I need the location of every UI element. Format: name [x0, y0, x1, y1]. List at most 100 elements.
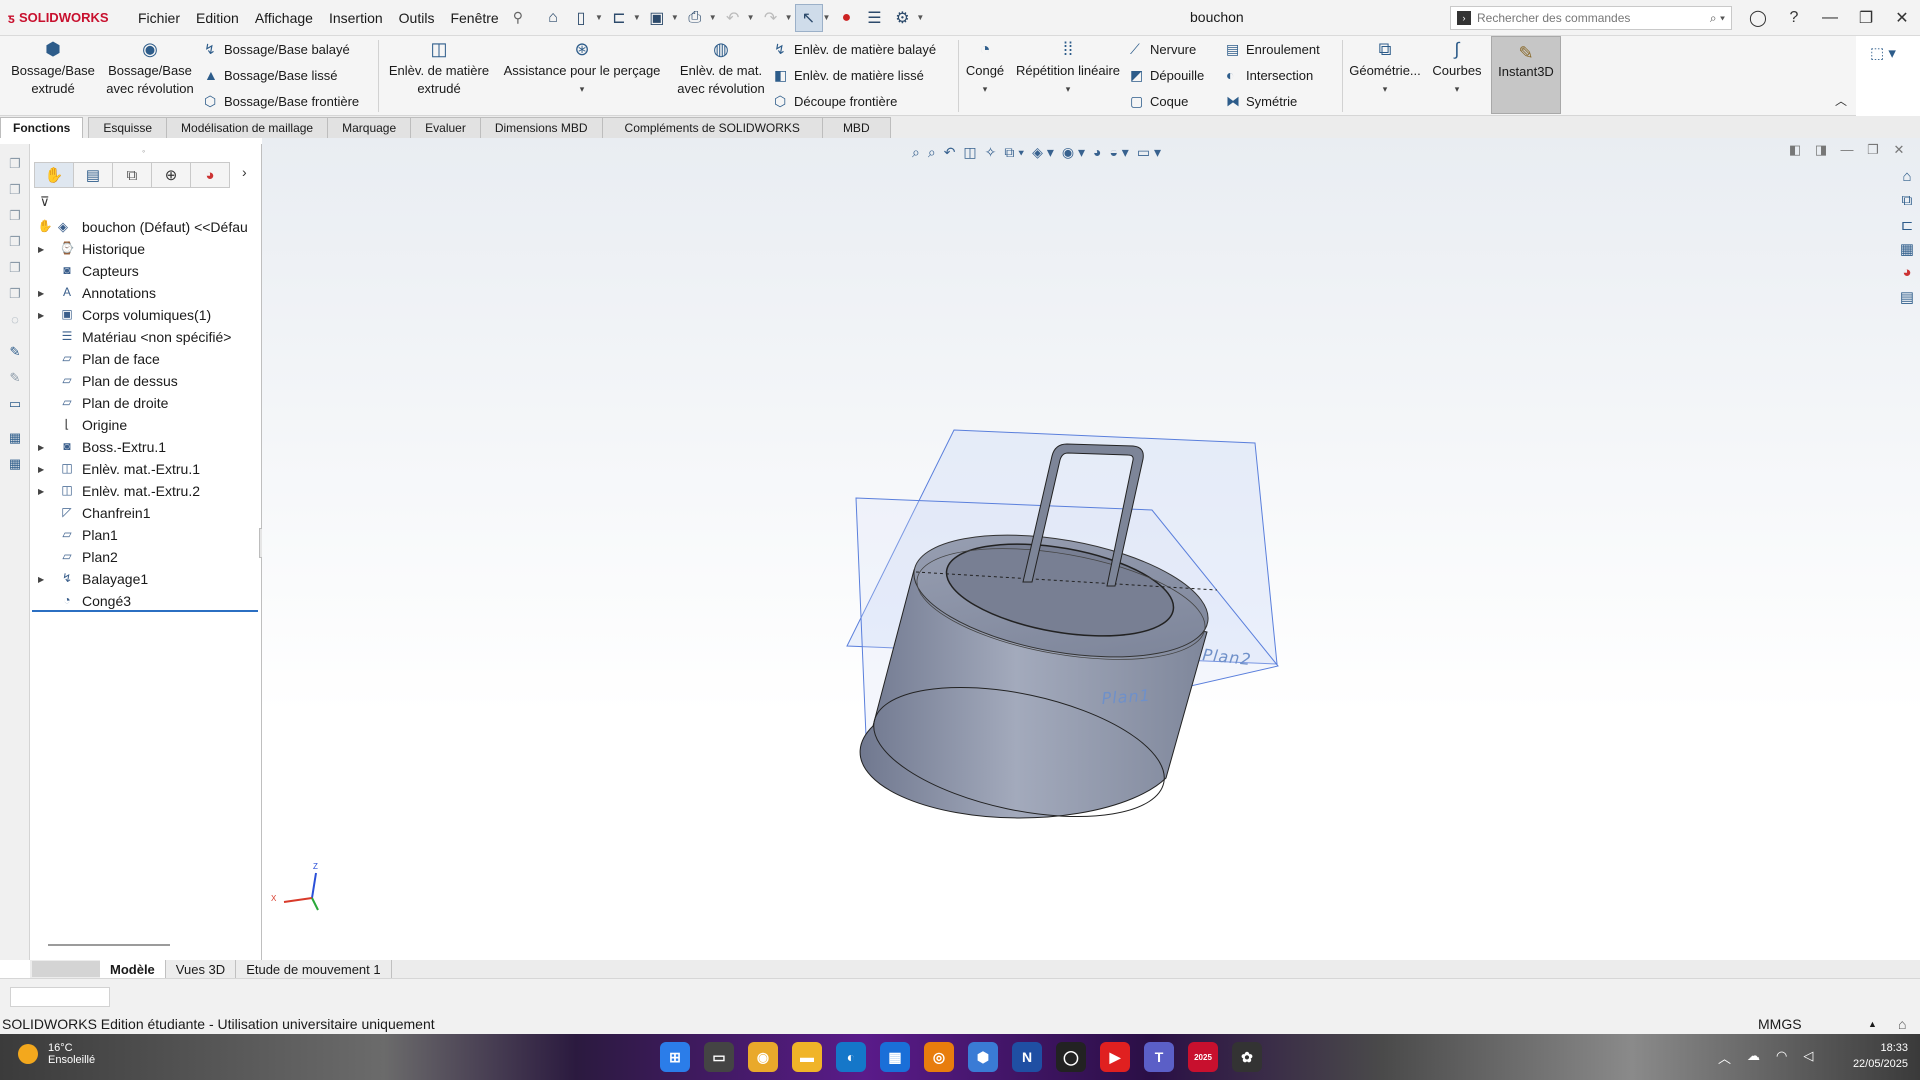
- expand-icon[interactable]: ▶: [38, 245, 48, 254]
- tree-item-conge3[interactable]: ◔ Congé3: [30, 590, 262, 612]
- tool-icon[interactable]: ❐: [6, 260, 24, 278]
- curves-caret-icon[interactable]: ▾: [1455, 80, 1460, 98]
- property-manager-tab-icon[interactable]: ▤: [73, 162, 113, 188]
- paste-icon[interactable]: ❐: [6, 182, 24, 200]
- tree-item-enlev-extru1[interactable]: ▶ ◫ Enlèv. mat.-Extru.1: [30, 458, 262, 480]
- redo-caret-icon[interactable]: ▼: [785, 13, 793, 22]
- minimize-icon[interactable]: —: [1812, 9, 1848, 27]
- save-caret-icon[interactable]: ▼: [671, 13, 679, 22]
- linear-pattern-caret-icon[interactable]: ▾: [1066, 80, 1071, 98]
- tab-fonctions[interactable]: Fonctions: [0, 117, 84, 138]
- print-icon[interactable]: ⎙: [681, 4, 709, 32]
- display-manager-tab-icon[interactable]: ◕: [190, 162, 230, 188]
- selection-filter-combo[interactable]: [10, 987, 110, 1007]
- more-tabs-icon[interactable]: ›: [242, 164, 247, 180]
- instant3d-button[interactable]: ✎ Instant3D: [1491, 36, 1561, 114]
- rib-button[interactable]: ⟋ Nervure: [1130, 38, 1196, 60]
- tree-item-materiau[interactable]: ☰ Matériau <non spécifié>: [30, 326, 262, 348]
- graphics-area[interactable]: ⌕ ⌕ ↶ ◫ ✧ ⧉ ▾ ◈ ▾ ◉ ▾ ◕ ◒ ▾ ▭ ▾ ◧ ◨ — ❐ …: [262, 138, 1920, 960]
- open-folder-icon[interactable]: ⊏: [605, 4, 633, 32]
- boss-boundary-button[interactable]: ⬡ Bossage/Base frontière: [204, 90, 359, 112]
- select-caret-icon[interactable]: ▼: [823, 13, 831, 22]
- tool-icon[interactable]: ❐: [6, 208, 24, 226]
- display-icon[interactable]: ▭: [6, 396, 24, 414]
- tree-item-corps-volumiques[interactable]: ▶ ▣ Corps volumiques(1): [30, 304, 262, 326]
- hole-wizard-caret-icon[interactable]: ▾: [580, 80, 585, 98]
- undo-caret-icon[interactable]: ▼: [747, 13, 755, 22]
- app-cube-icon[interactable]: ⬢: [968, 1042, 998, 1072]
- tool-icon[interactable]: ❐: [6, 234, 24, 252]
- boss-loft-button[interactable]: ▲ Bossage/Base lissé: [204, 64, 337, 86]
- boss-sweep-button[interactable]: ↯ Bossage/Base balayé: [204, 38, 350, 60]
- tool-icon[interactable]: ❐: [6, 286, 24, 304]
- tree-item-plan2[interactable]: ▱ Plan2: [30, 546, 262, 568]
- app-n-icon[interactable]: N: [1012, 1042, 1042, 1072]
- cut-sweep-button[interactable]: ↯ Enlèv. de matière balayé: [774, 38, 936, 60]
- tool-icon[interactable]: ✎: [6, 370, 24, 388]
- restore-icon[interactable]: ❐: [1848, 8, 1884, 28]
- options-caret-icon[interactable]: ▼: [916, 13, 924, 22]
- tab-evaluer[interactable]: Evaluer: [410, 117, 481, 138]
- taskbar-clock[interactable]: 18:33 22/05/2025: [1838, 1040, 1908, 1072]
- tree-item-plan-de-face[interactable]: ▱ Plan de face: [30, 348, 262, 370]
- volume-icon[interactable]: ◁: [1803, 1048, 1813, 1067]
- app-circle-icon[interactable]: ◯: [1056, 1042, 1086, 1072]
- tree-item-plan-de-dessus[interactable]: ▱ Plan de dessus: [30, 370, 262, 392]
- chatgpt-icon[interactable]: ✿: [1232, 1042, 1262, 1072]
- cut-extrude-button[interactable]: ◫ Enlèv. de matière extrudé: [384, 40, 494, 98]
- tab-scroll-arrows[interactable]: [32, 961, 100, 977]
- redo-icon[interactable]: ↷: [757, 4, 785, 32]
- store-icon[interactable]: ▦: [880, 1042, 910, 1072]
- weather-widget[interactable]: 16°C Ensoleillé: [18, 1042, 95, 1066]
- menu-fenetre[interactable]: Fenêtre: [442, 10, 506, 26]
- tree-root[interactable]: ✋ ◈ bouchon (Défaut) <<Défau: [30, 216, 262, 238]
- expand-icon[interactable]: ▶: [38, 443, 48, 452]
- curves-button[interactable]: ∫ Courbes ▾: [1426, 40, 1488, 98]
- fillet-button[interactable]: ◔ Congé ▾: [960, 40, 1010, 98]
- tree-item-plan1[interactable]: ▱ Plan1: [30, 524, 262, 546]
- tree-item-chanfrein1[interactable]: ◸ Chanfrein1: [30, 502, 262, 524]
- close-icon[interactable]: ✕: [1884, 8, 1920, 28]
- horizontal-scrollbar[interactable]: [48, 944, 170, 946]
- model-view[interactable]: Plan1 Plan2 Z X: [262, 138, 1920, 960]
- unit-system-caret-icon[interactable]: ▲: [1868, 1019, 1877, 1029]
- tab-complements[interactable]: Compléments de SOLIDWORKS: [601, 117, 823, 138]
- menu-edition[interactable]: Edition: [188, 10, 247, 26]
- tool-icon[interactable]: ◌: [6, 312, 24, 330]
- edit-sketch-icon[interactable]: ✎: [6, 344, 24, 362]
- fillet-caret-icon[interactable]: ▾: [983, 80, 988, 98]
- print-caret-icon[interactable]: ▼: [709, 13, 717, 22]
- undo-icon[interactable]: ↶: [719, 4, 747, 32]
- tree-item-balayage1[interactable]: ▶ ↯ Balayage1: [30, 568, 262, 590]
- search-icon[interactable]: ⌕ ▾: [1710, 11, 1725, 26]
- panel-grip-icon[interactable]: ◦: [142, 146, 145, 156]
- tab-marquage[interactable]: Marquage: [327, 117, 412, 138]
- wifi-icon[interactable]: ◠: [1776, 1048, 1787, 1067]
- youtube-icon[interactable]: ▶: [1100, 1042, 1130, 1072]
- draft-button[interactable]: ◩ Dépouille: [1130, 64, 1204, 86]
- tab-modele[interactable]: Modèle: [100, 960, 166, 978]
- rollback-bar[interactable]: [32, 610, 258, 612]
- edge-icon[interactable]: ◐: [836, 1042, 866, 1072]
- help-icon[interactable]: ?: [1776, 9, 1812, 27]
- copy-icon[interactable]: ❐: [6, 156, 24, 174]
- tree-item-annotations[interactable]: ▶ A Annotations: [30, 282, 262, 304]
- feature-manager-tab-icon[interactable]: ✋: [34, 162, 74, 188]
- expand-icon[interactable]: ▶: [38, 465, 48, 474]
- tab-modelisation-maillage[interactable]: Modélisation de maillage: [166, 117, 329, 138]
- tab-esquisse[interactable]: Esquisse: [88, 117, 168, 138]
- pin-menu-icon[interactable]: ⚲: [507, 9, 529, 26]
- cut-loft-button[interactable]: ◧ Enlèv. de matière lissé: [774, 64, 924, 86]
- filter-icon[interactable]: ⊽: [40, 194, 50, 210]
- shell-button[interactable]: ▢ Coque: [1130, 90, 1188, 112]
- tree-item-boss-extru1[interactable]: ▶ ◙ Boss.-Extru.1: [30, 436, 262, 458]
- solidworks-logo[interactable]: ƽ SOLIDWORKS: [0, 10, 130, 26]
- unit-system[interactable]: MMGS: [1758, 1016, 1802, 1032]
- menu-insertion[interactable]: Insertion: [321, 10, 391, 26]
- reference-geometry-button[interactable]: ⧉ Géométrie... ▾: [1346, 40, 1424, 98]
- account-icon[interactable]: ◯: [1740, 8, 1776, 28]
- mirror-button[interactable]: ⧓ Symétrie: [1226, 90, 1297, 112]
- expand-icon[interactable]: ▶: [38, 575, 48, 584]
- blender-icon[interactable]: ◎: [924, 1042, 954, 1072]
- solidworks-taskbar-icon[interactable]: 2025: [1188, 1042, 1218, 1072]
